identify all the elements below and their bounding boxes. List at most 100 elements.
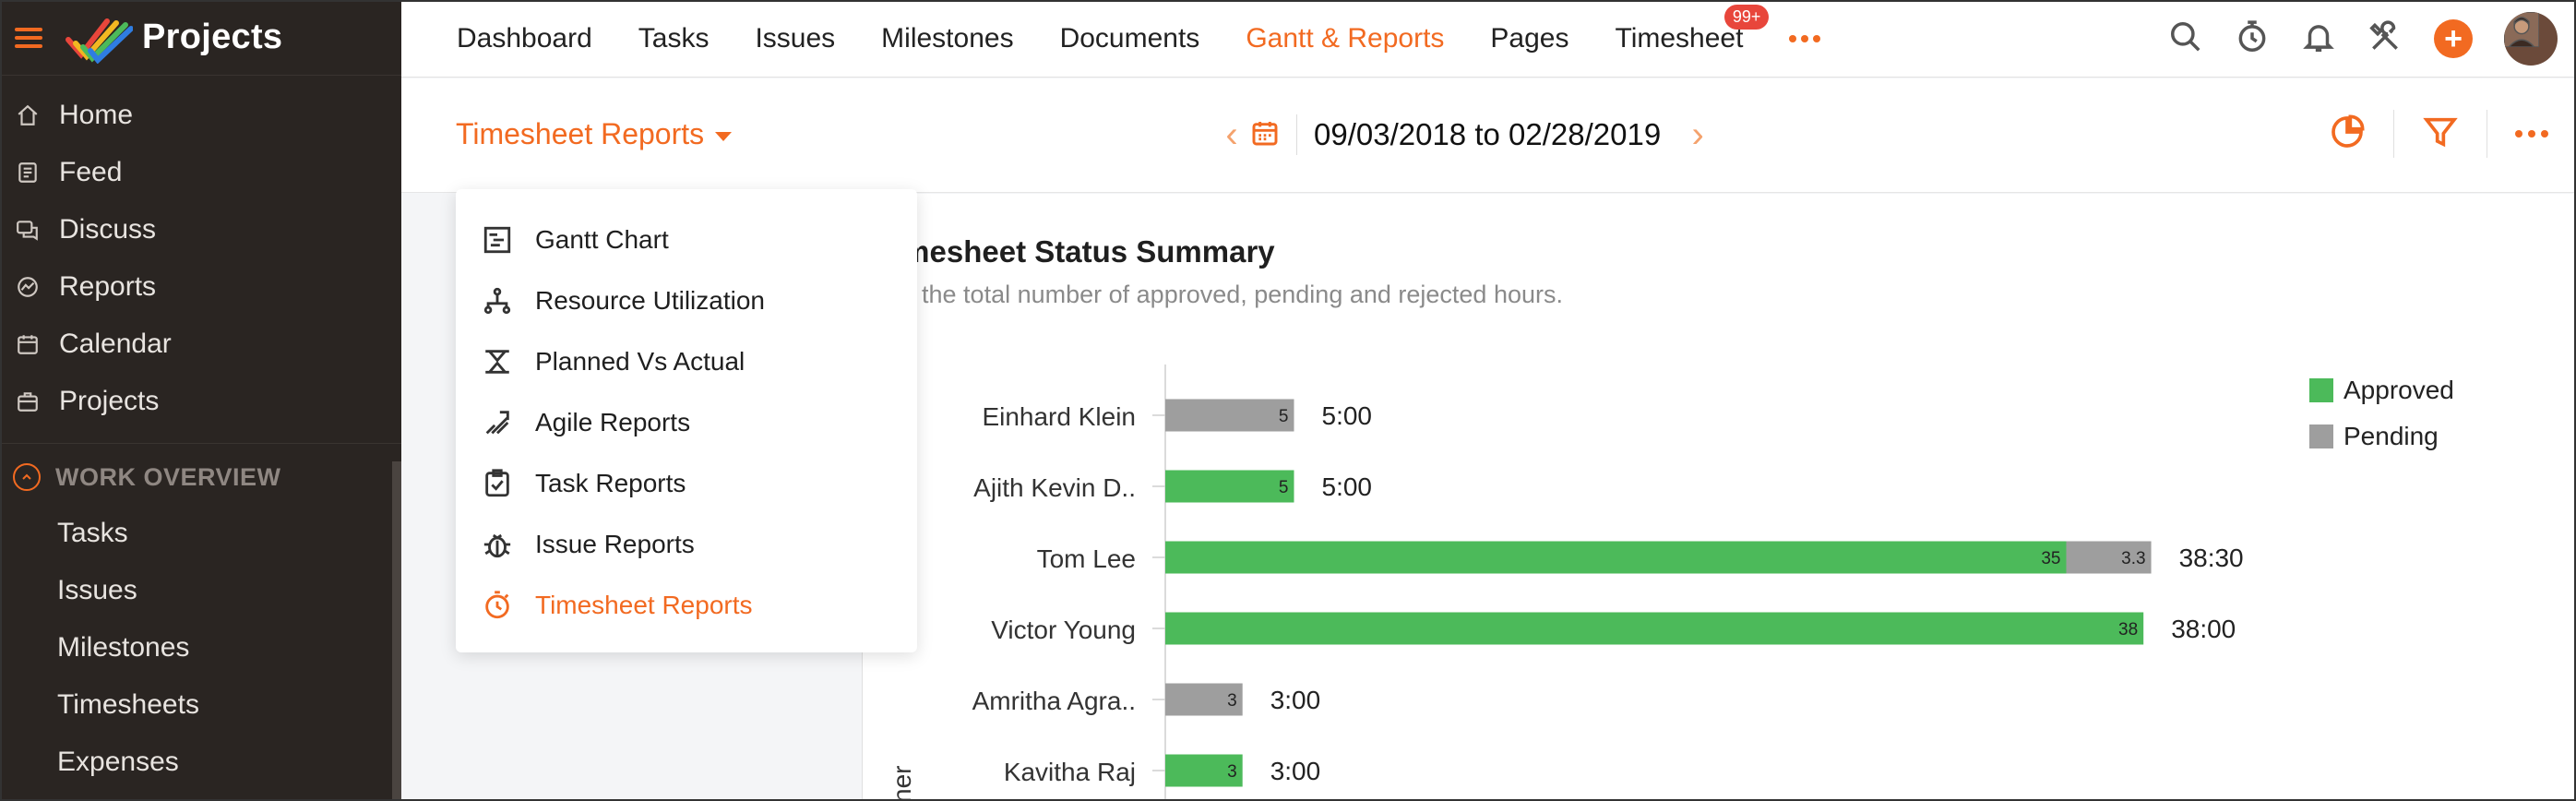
bar-segment-approved bbox=[1165, 612, 2144, 645]
date-range-navigator: ‹ 09/03/2018 to 02/28/2019 › bbox=[1213, 112, 1716, 158]
tab-timesheet[interactable]: Timesheet 99+ bbox=[1616, 4, 1770, 54]
work-overview-title: WORK OVERVIEW bbox=[55, 462, 281, 491]
sidebar-subitem-milestones[interactable]: Milestones bbox=[0, 619, 401, 676]
projects-icon bbox=[15, 389, 41, 414]
bar-total-label: 38:30 bbox=[2179, 544, 2244, 572]
menu-item-label: Resource Utilization bbox=[535, 286, 765, 315]
menu-item-issue-reports[interactable]: Issue Reports bbox=[456, 514, 917, 575]
report-toolbar: Timesheet Reports ‹ 09/03/2018 to 02/28/… bbox=[401, 78, 2576, 193]
pie-chart-icon[interactable] bbox=[2329, 114, 2366, 155]
chart-card: imesheet Status Summary et the total num… bbox=[863, 194, 2576, 801]
app-title: Projects bbox=[142, 18, 283, 56]
divider bbox=[1296, 114, 1297, 155]
bar-value-label: 35 bbox=[2041, 549, 2060, 568]
y-axis-title: ner bbox=[888, 766, 916, 801]
bar-value-label: 5 bbox=[1279, 407, 1289, 426]
sidebar-item-label: Projects bbox=[59, 386, 160, 416]
date-range-text: 09/03/2018 to 02/28/2019 bbox=[1314, 117, 1662, 151]
tab-dashboard[interactable]: Dashboard bbox=[457, 23, 592, 54]
bar-total-label: 5:00 bbox=[1322, 401, 1373, 430]
bar-total-label: 5:00 bbox=[1322, 472, 1373, 501]
sidebar: Projects Home Feed Discuss Reports Calen… bbox=[0, 0, 401, 801]
menu-item-timesheet-reports[interactable]: Timesheet Reports bbox=[456, 575, 917, 636]
bar-segment-approved bbox=[1165, 470, 1294, 503]
reports-icon bbox=[15, 274, 41, 300]
menu-item-planned-vs-actual[interactable]: Planned Vs Actual bbox=[456, 331, 917, 392]
report-type-label: Timesheet Reports bbox=[456, 117, 705, 150]
sidebar-divider bbox=[0, 443, 401, 444]
calendar-icon bbox=[15, 331, 41, 357]
menu-item-agile-reports[interactable]: Agile Reports bbox=[456, 392, 917, 453]
menu-item-label: Timesheet Reports bbox=[535, 591, 753, 619]
sidebar-item-projects[interactable]: Projects bbox=[0, 373, 401, 430]
category-label: Victor Young bbox=[991, 616, 1136, 644]
sidebar-item-feed[interactable]: Feed bbox=[0, 144, 401, 201]
menu-item-label: Task Reports bbox=[535, 469, 686, 497]
prev-range-button[interactable]: ‹ bbox=[1213, 114, 1250, 156]
report-type-menu: Gantt Chart Resource Utilization Planned… bbox=[456, 189, 917, 652]
top-toolbar: + bbox=[2168, 0, 2558, 78]
category-label: Einhard Klein bbox=[982, 402, 1136, 431]
gantt-icon bbox=[482, 224, 513, 256]
tab-issues[interactable]: Issues bbox=[755, 23, 835, 54]
report-actions bbox=[2329, 106, 2548, 161]
sidebar-subitem-expenses[interactable]: Expenses bbox=[0, 734, 401, 791]
sidebar-subitem-issues[interactable]: Issues bbox=[0, 562, 401, 619]
projects-logo-icon bbox=[66, 18, 133, 64]
sidebar-item-home[interactable]: Home bbox=[0, 87, 401, 144]
chevron-down-icon bbox=[715, 131, 733, 141]
work-overview-header[interactable]: WORK OVERVIEW bbox=[0, 449, 401, 505]
next-range-button[interactable]: › bbox=[1679, 114, 1716, 156]
more-tabs-icon[interactable] bbox=[1789, 34, 1821, 42]
menu-item-label: Issue Reports bbox=[535, 530, 695, 558]
bar-value-label: 38 bbox=[2118, 620, 2138, 640]
legend-swatch bbox=[2309, 424, 2333, 448]
tab-pages[interactable]: Pages bbox=[1490, 23, 1568, 54]
filter-icon[interactable] bbox=[2422, 114, 2459, 155]
bar-value-label: 3.3 bbox=[2121, 549, 2145, 568]
menu-item-resource-utilization[interactable]: Resource Utilization bbox=[456, 270, 917, 331]
bar-value-label: 3 bbox=[1227, 691, 1237, 711]
category-label: Kavitha Raj bbox=[1004, 758, 1136, 786]
sidebar-subitem-tasks[interactable]: Tasks bbox=[0, 505, 401, 562]
tab-milestones[interactable]: Milestones bbox=[881, 23, 1013, 54]
menu-item-task-reports[interactable]: Task Reports bbox=[456, 453, 917, 514]
category-label: Amritha Agra.. bbox=[972, 687, 1136, 715]
tab-tasks[interactable]: Tasks bbox=[638, 23, 710, 54]
sidebar-item-calendar[interactable]: Calendar bbox=[0, 316, 401, 373]
bar-total-label: 38:00 bbox=[2171, 615, 2236, 643]
menu-item-gantt-chart[interactable]: Gantt Chart bbox=[456, 209, 917, 270]
bar-value-label: 5 bbox=[1279, 478, 1289, 497]
calendar-picker-icon[interactable] bbox=[1250, 118, 1280, 152]
feed-icon bbox=[15, 160, 41, 185]
sidebar-item-label: Reports bbox=[59, 271, 157, 302]
legend-swatch bbox=[2309, 378, 2333, 402]
legend-label: Approved bbox=[2343, 376, 2454, 404]
sidebar-subitem-timesheets[interactable]: Timesheets bbox=[0, 676, 401, 734]
more-options-icon[interactable] bbox=[2515, 130, 2548, 137]
task-report-icon bbox=[482, 468, 513, 499]
sidebar-item-label: Calendar bbox=[59, 329, 172, 359]
tab-documents[interactable]: Documents bbox=[1060, 23, 1200, 54]
hamburger-menu-icon[interactable] bbox=[15, 27, 42, 48]
sidebar-nav: Home Feed Discuss Reports Calendar Proje… bbox=[0, 76, 401, 791]
menu-item-label: Agile Reports bbox=[535, 408, 691, 436]
timer-icon[interactable] bbox=[2235, 19, 2270, 59]
add-new-button[interactable]: + bbox=[2434, 19, 2473, 58]
tools-icon[interactable] bbox=[2367, 19, 2403, 59]
search-icon[interactable] bbox=[2168, 19, 2203, 59]
status-bar-chart: Einhard Klein 5 5:00 Ajith Kevin D.. 5 5:00 To… bbox=[888, 365, 2454, 801]
collapse-chevron-icon bbox=[13, 463, 41, 491]
sidebar-scrollbar[interactable] bbox=[392, 461, 401, 801]
bug-icon bbox=[482, 529, 513, 560]
notification-badge: 99+ bbox=[1723, 4, 1770, 30]
sidebar-item-reports[interactable]: Reports bbox=[0, 258, 401, 316]
bar-total-label: 3:00 bbox=[1270, 686, 1321, 714]
user-avatar[interactable] bbox=[2504, 12, 2558, 66]
top-navigation: Dashboard Tasks Issues Milestones Docume… bbox=[401, 0, 2576, 78]
bell-icon[interactable] bbox=[2301, 19, 2336, 59]
sidebar-item-discuss[interactable]: Discuss bbox=[0, 201, 401, 258]
report-type-dropdown[interactable]: Timesheet Reports bbox=[456, 117, 733, 151]
tab-gantt-reports[interactable]: Gantt & Reports bbox=[1246, 23, 1444, 54]
logo-row: Projects bbox=[0, 0, 401, 76]
